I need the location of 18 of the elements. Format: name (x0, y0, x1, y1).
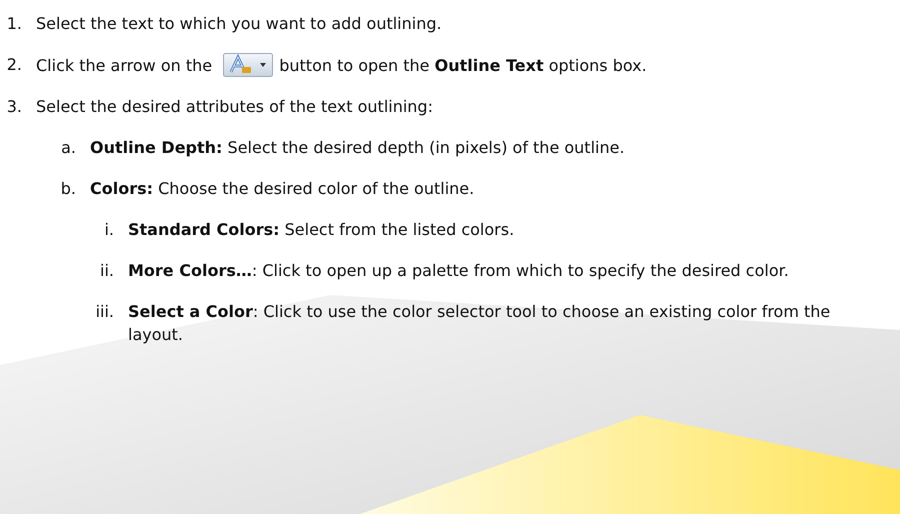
instruction-text: Outline Depth: Select the desired depth (in pixels) of the outline. (90, 138, 625, 157)
instruction-text: Click the arrow on the (36, 56, 212, 75)
list-marker: 2. (6, 54, 23, 76)
list-marker: ii. (99, 260, 115, 282)
instruction-text: Select the desired attributes of the text outlining: (36, 97, 433, 116)
list-marker: b. (60, 178, 77, 200)
list-marker: iii. (94, 301, 115, 323)
list-marker: 1. (6, 13, 23, 35)
list-marker: a. (60, 137, 77, 159)
instruction-text: Standard Colors: Select from the listed colors. (128, 220, 514, 239)
instruction-text: More Colors…: Click to open up a palette from which to specify the desired color. (128, 261, 789, 280)
instruction-text: button to open the Outline Text options box. (279, 56, 647, 75)
outline-text-button-icon[interactable] (223, 53, 274, 77)
instruction-text: Colors: Choose the desired color of the outline. (90, 179, 474, 198)
list-marker: 3. (6, 96, 23, 118)
instruction-text: Select the text to which you want to add outlining. (36, 14, 442, 33)
list-marker: i. (103, 219, 115, 241)
instruction-text: Select a Color: Click to use the color selector tool to choose an existing color from the layout. (128, 302, 830, 344)
